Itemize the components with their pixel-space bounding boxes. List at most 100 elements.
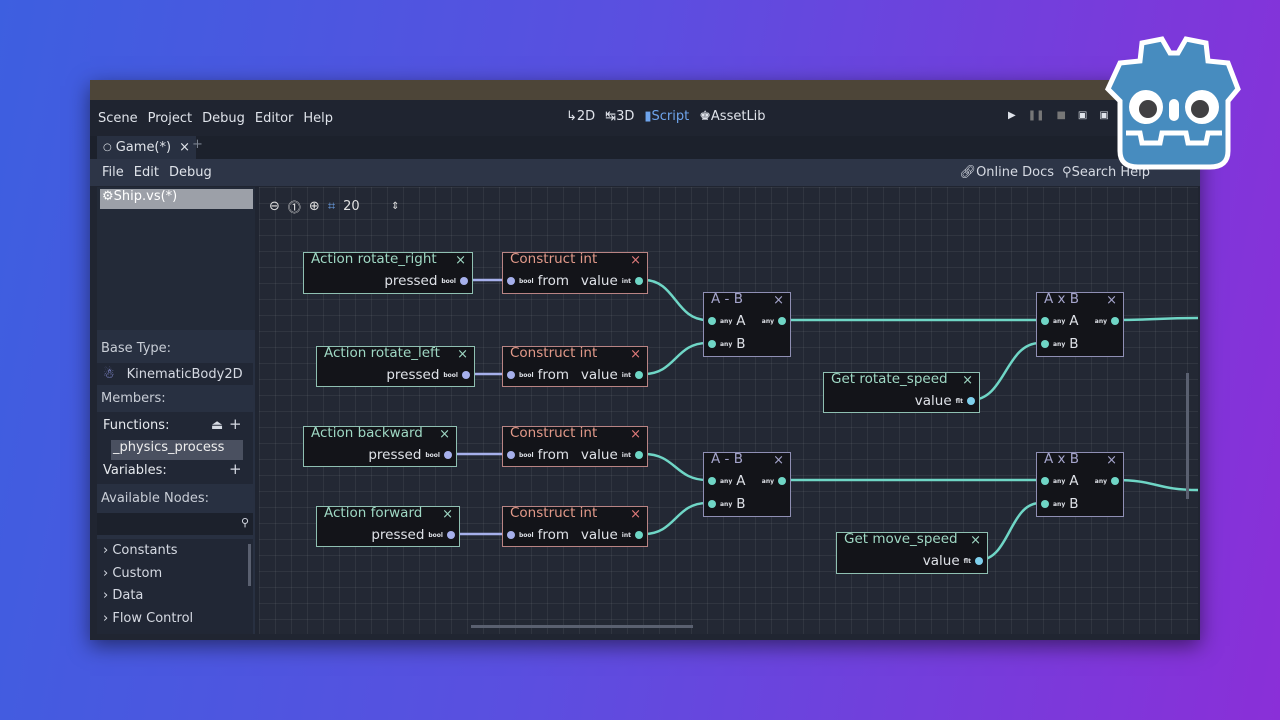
close-node-icon[interactable]: × [1106, 453, 1117, 468]
construct-node[interactable]: Construct int × bool from value int [502, 505, 648, 547]
menu-help[interactable]: Help [303, 111, 333, 126]
add-variable-icon[interactable]: + [229, 460, 242, 478]
output-port[interactable] [975, 557, 983, 565]
input-port-a[interactable] [708, 317, 716, 325]
play-scene-icon[interactable]: ▣ [1078, 110, 1087, 121]
zoom-in-icon[interactable]: ⊕ [309, 199, 320, 214]
category-data[interactable]: › Data [103, 588, 143, 603]
base-type-field[interactable]: ☃ KinematicBody2D [97, 363, 253, 385]
tab-3d[interactable]: ↹3D [605, 109, 634, 124]
category-flow-control[interactable]: › Flow Control [103, 611, 193, 626]
pause-icon[interactable]: ❚❚ [1028, 110, 1045, 121]
close-node-icon[interactable]: × [439, 427, 450, 442]
action-node[interactable]: Action forward × pressed bool [316, 505, 460, 547]
op-node[interactable]: A - B × any Aany any B [703, 291, 791, 357]
base-type-label: Base Type: [101, 341, 172, 356]
category-custom[interactable]: › Custom [103, 566, 162, 581]
play-icon[interactable]: ▶ [1008, 110, 1016, 121]
vertical-scrollbar[interactable] [1186, 373, 1189, 499]
input-port[interactable] [507, 277, 515, 285]
menu-script-debug[interactable]: Debug [169, 165, 212, 180]
online-docs-link[interactable]: 🔗︎Online Docs [960, 165, 1054, 180]
stop-icon[interactable]: ■ [1056, 110, 1065, 121]
op-node[interactable]: A x B × any Aany any B [1036, 451, 1124, 517]
zoom-reset-icon[interactable]: ⓵ [288, 197, 301, 216]
close-node-icon[interactable]: × [455, 253, 466, 268]
get-node[interactable]: Get rotate_speed × value flt [823, 371, 980, 413]
output-port[interactable] [635, 531, 643, 539]
get-node[interactable]: Get move_speed × value flt [836, 531, 988, 574]
horizontal-scrollbar[interactable] [471, 625, 693, 628]
close-node-icon[interactable]: × [630, 347, 641, 362]
op-node[interactable]: A - B × any Aany any B [703, 451, 791, 517]
construct-node[interactable]: Construct int × bool from value int [502, 345, 648, 387]
menu-edit[interactable]: Edit [134, 165, 159, 180]
snap-value-input[interactable]: 20 [343, 199, 383, 214]
output-port[interactable] [635, 277, 643, 285]
close-node-icon[interactable]: × [773, 293, 784, 308]
type-label: bool [425, 451, 440, 459]
action-node[interactable]: Action rotate_left × pressed bool [316, 345, 475, 387]
menu-scene[interactable]: Scene [98, 111, 138, 126]
input-port-a[interactable] [1041, 477, 1049, 485]
action-node[interactable]: Action rotate_right × pressed bool [303, 251, 473, 294]
menu-file[interactable]: File [102, 165, 124, 180]
input-port-a[interactable] [708, 477, 716, 485]
input-port-b[interactable] [708, 340, 716, 348]
input-port[interactable] [507, 531, 515, 539]
add-function-icon[interactable]: + [229, 415, 242, 433]
close-node-icon[interactable]: × [630, 507, 641, 522]
node-title: Construct int [510, 505, 598, 521]
menu-editor[interactable]: Editor [255, 111, 293, 126]
output-port[interactable] [444, 451, 452, 459]
close-icon[interactable]: × [179, 140, 190, 155]
output-port[interactable] [778, 317, 786, 325]
output-port[interactable] [460, 277, 468, 285]
category-constants[interactable]: › Constants [103, 543, 178, 558]
input-port[interactable] [507, 451, 515, 459]
close-node-icon[interactable]: × [970, 533, 981, 548]
close-node-icon[interactable]: × [962, 373, 973, 388]
output-port[interactable] [635, 451, 643, 459]
tab-script[interactable]: ▮Script [644, 109, 689, 124]
node-search-input[interactable]: ⚲ [97, 513, 253, 535]
function-item[interactable]: _physics_process [111, 440, 243, 460]
tab-assetlib[interactable]: ♚AssetLib [699, 109, 765, 124]
input-port-b[interactable] [708, 500, 716, 508]
op-node[interactable]: A x B × any Aany any B [1036, 291, 1124, 357]
input-port[interactable] [507, 371, 515, 379]
script-list-item[interactable]: ⚙Ship.vs(*) [100, 189, 253, 209]
output-port[interactable] [967, 397, 975, 405]
override-icon[interactable]: ⏏ [211, 418, 223, 433]
tree-scrollbar[interactable] [248, 544, 251, 586]
add-tab-icon[interactable]: + [192, 137, 203, 152]
close-node-icon[interactable]: × [442, 507, 453, 522]
close-node-icon[interactable]: × [630, 427, 641, 442]
input-port-b[interactable] [1041, 340, 1049, 348]
tab-2d[interactable]: ↳2D [566, 109, 595, 124]
available-nodes-tree: › Constants › Custom › Data › Flow Contr… [97, 539, 253, 634]
visual-script-graph[interactable]: ⊖ ⓵ ⊕ ⌗ 20 ⇕ Action rotate_right × pressed… [259, 187, 1198, 634]
scene-tab[interactable]: ○ Game(*) × [97, 136, 196, 159]
output-port[interactable] [778, 477, 786, 485]
spin-icon[interactable]: ⇕ [391, 201, 399, 212]
input-port-a[interactable] [1041, 317, 1049, 325]
zoom-out-icon[interactable]: ⊖ [269, 199, 280, 214]
output-port[interactable] [462, 371, 470, 379]
action-node[interactable]: Action backward × pressed bool [303, 425, 457, 467]
output-port[interactable] [635, 371, 643, 379]
close-node-icon[interactable]: × [457, 347, 468, 362]
output-port[interactable] [1111, 477, 1119, 485]
menu-debug[interactable]: Debug [202, 111, 245, 126]
close-node-icon[interactable]: × [630, 253, 641, 268]
close-node-icon[interactable]: × [1106, 293, 1117, 308]
close-node-icon[interactable]: × [773, 453, 784, 468]
menu-project[interactable]: Project [148, 111, 192, 126]
snap-grid-icon[interactable]: ⌗ [328, 199, 335, 214]
output-port[interactable] [1111, 317, 1119, 325]
input-port-b[interactable] [1041, 500, 1049, 508]
output-port[interactable] [447, 531, 455, 539]
construct-node[interactable]: Construct int × bool from value int [502, 251, 648, 294]
output-label: value [580, 527, 618, 543]
construct-node[interactable]: Construct int × bool from value int [502, 425, 648, 467]
